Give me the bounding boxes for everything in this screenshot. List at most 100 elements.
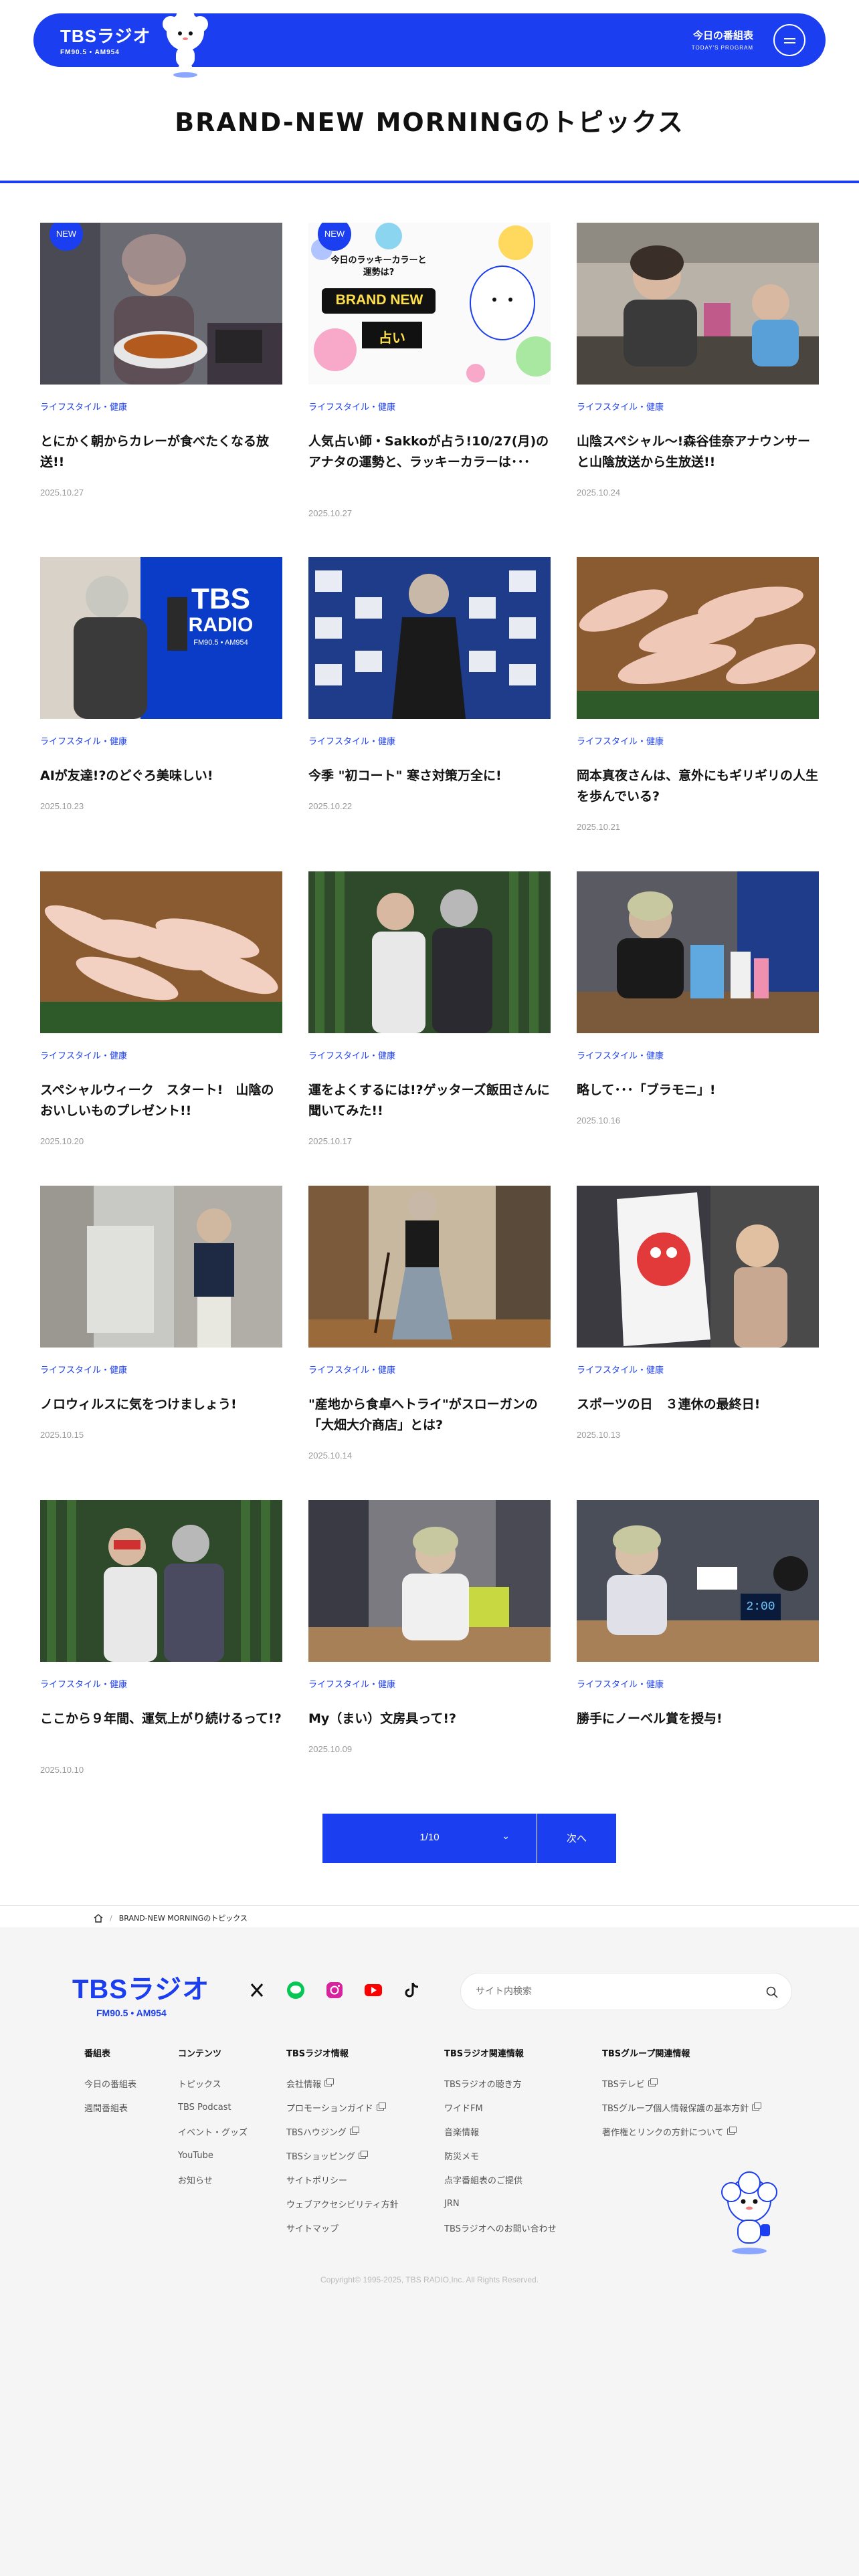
article-title[interactable]: My（まい）文房具って!? xyxy=(308,1709,551,1729)
footer-logo[interactable]: TBSラジオ FM90.5 • AM954 xyxy=(72,1967,209,2018)
article-thumbnail[interactable] xyxy=(308,1500,551,1662)
article-card[interactable]: 今日のラッキーカラーと 運勢は? BRAND NEW 占い NEW ライフスタイ… xyxy=(308,223,551,518)
article-thumbnail[interactable]: 2:00 xyxy=(577,1500,819,1662)
home-icon[interactable] xyxy=(94,1913,103,1923)
article-card[interactable]: ライフスタイル・健康 My（まい）文房具って!? 2025.10.09 xyxy=(308,1500,551,1754)
footer-link[interactable]: 音楽情報 xyxy=(444,2119,557,2143)
article-title[interactable]: とにかく朝からカレーが食べたくなる放送!! xyxy=(40,431,282,473)
instagram-icon[interactable] xyxy=(325,1981,344,2000)
article-thumbnail[interactable]: TBS RADIO FM90.5 • AM954 xyxy=(40,557,282,719)
article-category[interactable]: ライフスタイル・健康 xyxy=(577,1049,664,1061)
article-card[interactable]: ライフスタイル・健康 略して･･･「ブラモニ」! 2025.10.16 xyxy=(577,871,819,1125)
article-category[interactable]: ライフスタイル・健康 xyxy=(577,400,664,413)
article-title[interactable]: ここから９年間、運気上がり続けるって!? xyxy=(40,1709,282,1729)
article-thumbnail[interactable] xyxy=(577,1186,819,1348)
menu-button[interactable] xyxy=(773,24,805,56)
article-category[interactable]: ライフスタイル・健康 xyxy=(577,734,664,747)
article-card[interactable]: ライフスタイル・健康 今季 "初コート" 寒さ対策万全に! 2025.10.22 xyxy=(308,557,551,811)
article-card[interactable]: ライフスタイル・健康 運をよくするには!?ゲッターズ飯田さんに聞いてみた!! 2… xyxy=(308,871,551,1146)
page-select[interactable]: 1/10 ⌄ xyxy=(322,1814,537,1863)
footer-link[interactable]: お知らせ xyxy=(178,2167,248,2191)
article-category[interactable]: ライフスタイル・健康 xyxy=(308,1677,395,1690)
article-thumbnail[interactable] xyxy=(308,871,551,1033)
tiktok-icon[interactable] xyxy=(403,1981,421,2000)
footer-link[interactable]: TBS Podcast xyxy=(178,2095,248,2119)
article-category[interactable]: ライフスタイル・健康 xyxy=(308,1363,395,1376)
article-title[interactable]: 山陰スペシャル〜!森谷佳奈アナウンサーと山陰放送から生放送!! xyxy=(577,431,819,473)
footer-link[interactable]: YouTube xyxy=(178,2143,248,2167)
footer-link[interactable]: 防災メモ xyxy=(444,2143,557,2167)
footer-link[interactable]: ワイドFM xyxy=(444,2095,557,2119)
article-title[interactable]: 運をよくするには!?ゲッターズ飯田さんに聞いてみた!! xyxy=(308,1080,551,1121)
article-thumbnail[interactable] xyxy=(308,557,551,719)
article-title[interactable]: 岡本真夜さんは、意外にもギリギリの人生を歩んでいる? xyxy=(577,766,819,807)
article-thumbnail[interactable] xyxy=(577,557,819,719)
article-title[interactable]: 勝手にノーベル賞を授与! xyxy=(577,1709,819,1729)
article-card[interactable]: ライフスタイル・健康 スポーツの日 ３連休の最終日! 2025.10.13 xyxy=(577,1186,819,1440)
article-thumbnail[interactable] xyxy=(308,1186,551,1348)
article-category[interactable]: ライフスタイル・健康 xyxy=(40,400,127,413)
article-thumbnail[interactable]: NEW xyxy=(40,223,282,385)
article-card[interactable]: NEW ライフスタイル・健康 とにかく朝からカレーが食べたくなる放送!! 202… xyxy=(40,223,282,498)
footer-link[interactable]: 著作権とリンクの方針について xyxy=(602,2119,759,2143)
article-card[interactable]: ライフスタイル・健康 "産地から食卓へトライ"がスローガンの「大畑大介商店」とは… xyxy=(308,1186,551,1461)
footer-link[interactable]: ウェブアクセシビリティ方針 xyxy=(286,2191,399,2216)
article-title[interactable]: AIが友達!?のどぐろ美味しい! xyxy=(40,766,282,786)
article-title[interactable]: ノロウィルスに気をつけましょう! xyxy=(40,1394,282,1415)
footer-link[interactable]: TBSテレビ xyxy=(602,2071,759,2095)
footer-link[interactable]: イベント・グッズ xyxy=(178,2119,248,2143)
breadcrumb: / BRAND-NEW MORNINGのトピックス xyxy=(94,1913,248,1923)
footer-link[interactable]: TBSグループ個人情報保護の基本方針 xyxy=(602,2095,762,2119)
footer-link[interactable]: JRN xyxy=(444,2191,557,2216)
footer-link[interactable]: サイトマップ xyxy=(286,2216,399,2240)
article-title[interactable]: 今季 "初コート" 寒さ対策万全に! xyxy=(308,766,551,786)
todays-program-link[interactable]: 今日の番組表 TODAY'S PROGRAM xyxy=(692,28,753,51)
search-input[interactable] xyxy=(476,1973,743,2010)
uranai-logo-text: 占い xyxy=(379,330,405,346)
footer-link[interactable]: トピックス xyxy=(178,2071,248,2095)
footer-link[interactable]: TBSラジオの聴き方 xyxy=(444,2071,557,2095)
article-card[interactable]: ライフスタイル・健康 ここから９年間、運気上がり続けるって!? 2025.10.… xyxy=(40,1500,282,1775)
youtube-icon[interactable] xyxy=(364,1981,383,2000)
article-title[interactable]: 略して･･･「ブラモニ」! xyxy=(577,1080,819,1101)
article-card[interactable]: TBS RADIO FM90.5 • AM954 ライフスタイル・健康 AIが友… xyxy=(40,557,282,811)
article-card[interactable]: ライフスタイル・健康 岡本真夜さんは、意外にもギリギリの人生を歩んでいる? 20… xyxy=(577,557,819,832)
article-title[interactable]: スポーツの日 ３連休の最終日! xyxy=(577,1394,819,1415)
x-icon[interactable] xyxy=(248,1981,266,2000)
article-category[interactable]: ライフスタイル・健康 xyxy=(40,734,127,747)
article-thumbnail[interactable] xyxy=(40,1186,282,1348)
article-thumbnail[interactable] xyxy=(40,1500,282,1662)
footer-link[interactable]: サイトポリシー xyxy=(286,2167,399,2191)
article-card[interactable]: 2:00 ライフスタイル・健康 勝手にノーベル賞を授与! xyxy=(577,1500,819,1726)
article-category[interactable]: ライフスタイル・健康 xyxy=(577,1363,664,1376)
search-icon[interactable] xyxy=(766,1986,778,1998)
line-icon[interactable] xyxy=(286,1981,305,2000)
footer-link[interactable]: 会社情報 xyxy=(286,2071,399,2095)
article-thumbnail[interactable] xyxy=(40,871,282,1033)
footer-link[interactable]: TBSショッピング xyxy=(286,2143,399,2167)
next-page-button[interactable]: 次へ xyxy=(537,1814,616,1863)
article-category[interactable]: ライフスタイル・健康 xyxy=(577,1677,664,1690)
article-thumbnail[interactable] xyxy=(577,223,819,385)
footer-link[interactable]: TBSラジオへのお問い合わせ xyxy=(444,2216,557,2240)
tbs-radio-logo[interactable]: TBSラジオ FM90.5 • AM954 xyxy=(60,23,151,56)
footer-link[interactable]: TBSハウジング xyxy=(286,2119,399,2143)
article-category[interactable]: ライフスタイル・健康 xyxy=(40,1049,127,1061)
article-category[interactable]: ライフスタイル・健康 xyxy=(40,1677,127,1690)
article-thumbnail[interactable]: 今日のラッキーカラーと 運勢は? BRAND NEW 占い NEW xyxy=(308,223,551,385)
article-category[interactable]: ライフスタイル・健康 xyxy=(308,1049,395,1061)
article-category[interactable]: ライフスタイル・健康 xyxy=(40,1363,127,1376)
footer-link[interactable]: 点字番組表のご提供 xyxy=(444,2167,557,2191)
article-title[interactable]: 人気占い師・Sakkoが占う!10/27(月)のアナタの運勢と、ラッキーカラーは… xyxy=(308,431,551,473)
article-title[interactable]: スペシャルウィーク スタート! 山陰のおいしいものプレゼント!! xyxy=(40,1080,282,1121)
article-title[interactable]: "産地から食卓へトライ"がスローガンの「大畑大介商店」とは? xyxy=(308,1394,551,1436)
footer-link[interactable]: プロモーションガイド xyxy=(286,2095,399,2119)
footer-link[interactable]: 週間番組表 xyxy=(84,2095,136,2119)
article-card[interactable]: ライフスタイル・健康 ノロウィルスに気をつけましょう! 2025.10.15 xyxy=(40,1186,282,1440)
article-category[interactable]: ライフスタイル・健康 xyxy=(308,400,395,413)
article-card[interactable]: ライフスタイル・健康 スペシャルウィーク スタート! 山陰のおいしいものプレゼン… xyxy=(40,871,282,1146)
article-thumbnail[interactable] xyxy=(577,871,819,1033)
footer-link[interactable]: 今日の番組表 xyxy=(84,2071,136,2095)
article-category[interactable]: ライフスタイル・健康 xyxy=(308,734,395,747)
article-card[interactable]: ライフスタイル・健康 山陰スペシャル〜!森谷佳奈アナウンサーと山陰放送から生放送… xyxy=(577,223,819,498)
